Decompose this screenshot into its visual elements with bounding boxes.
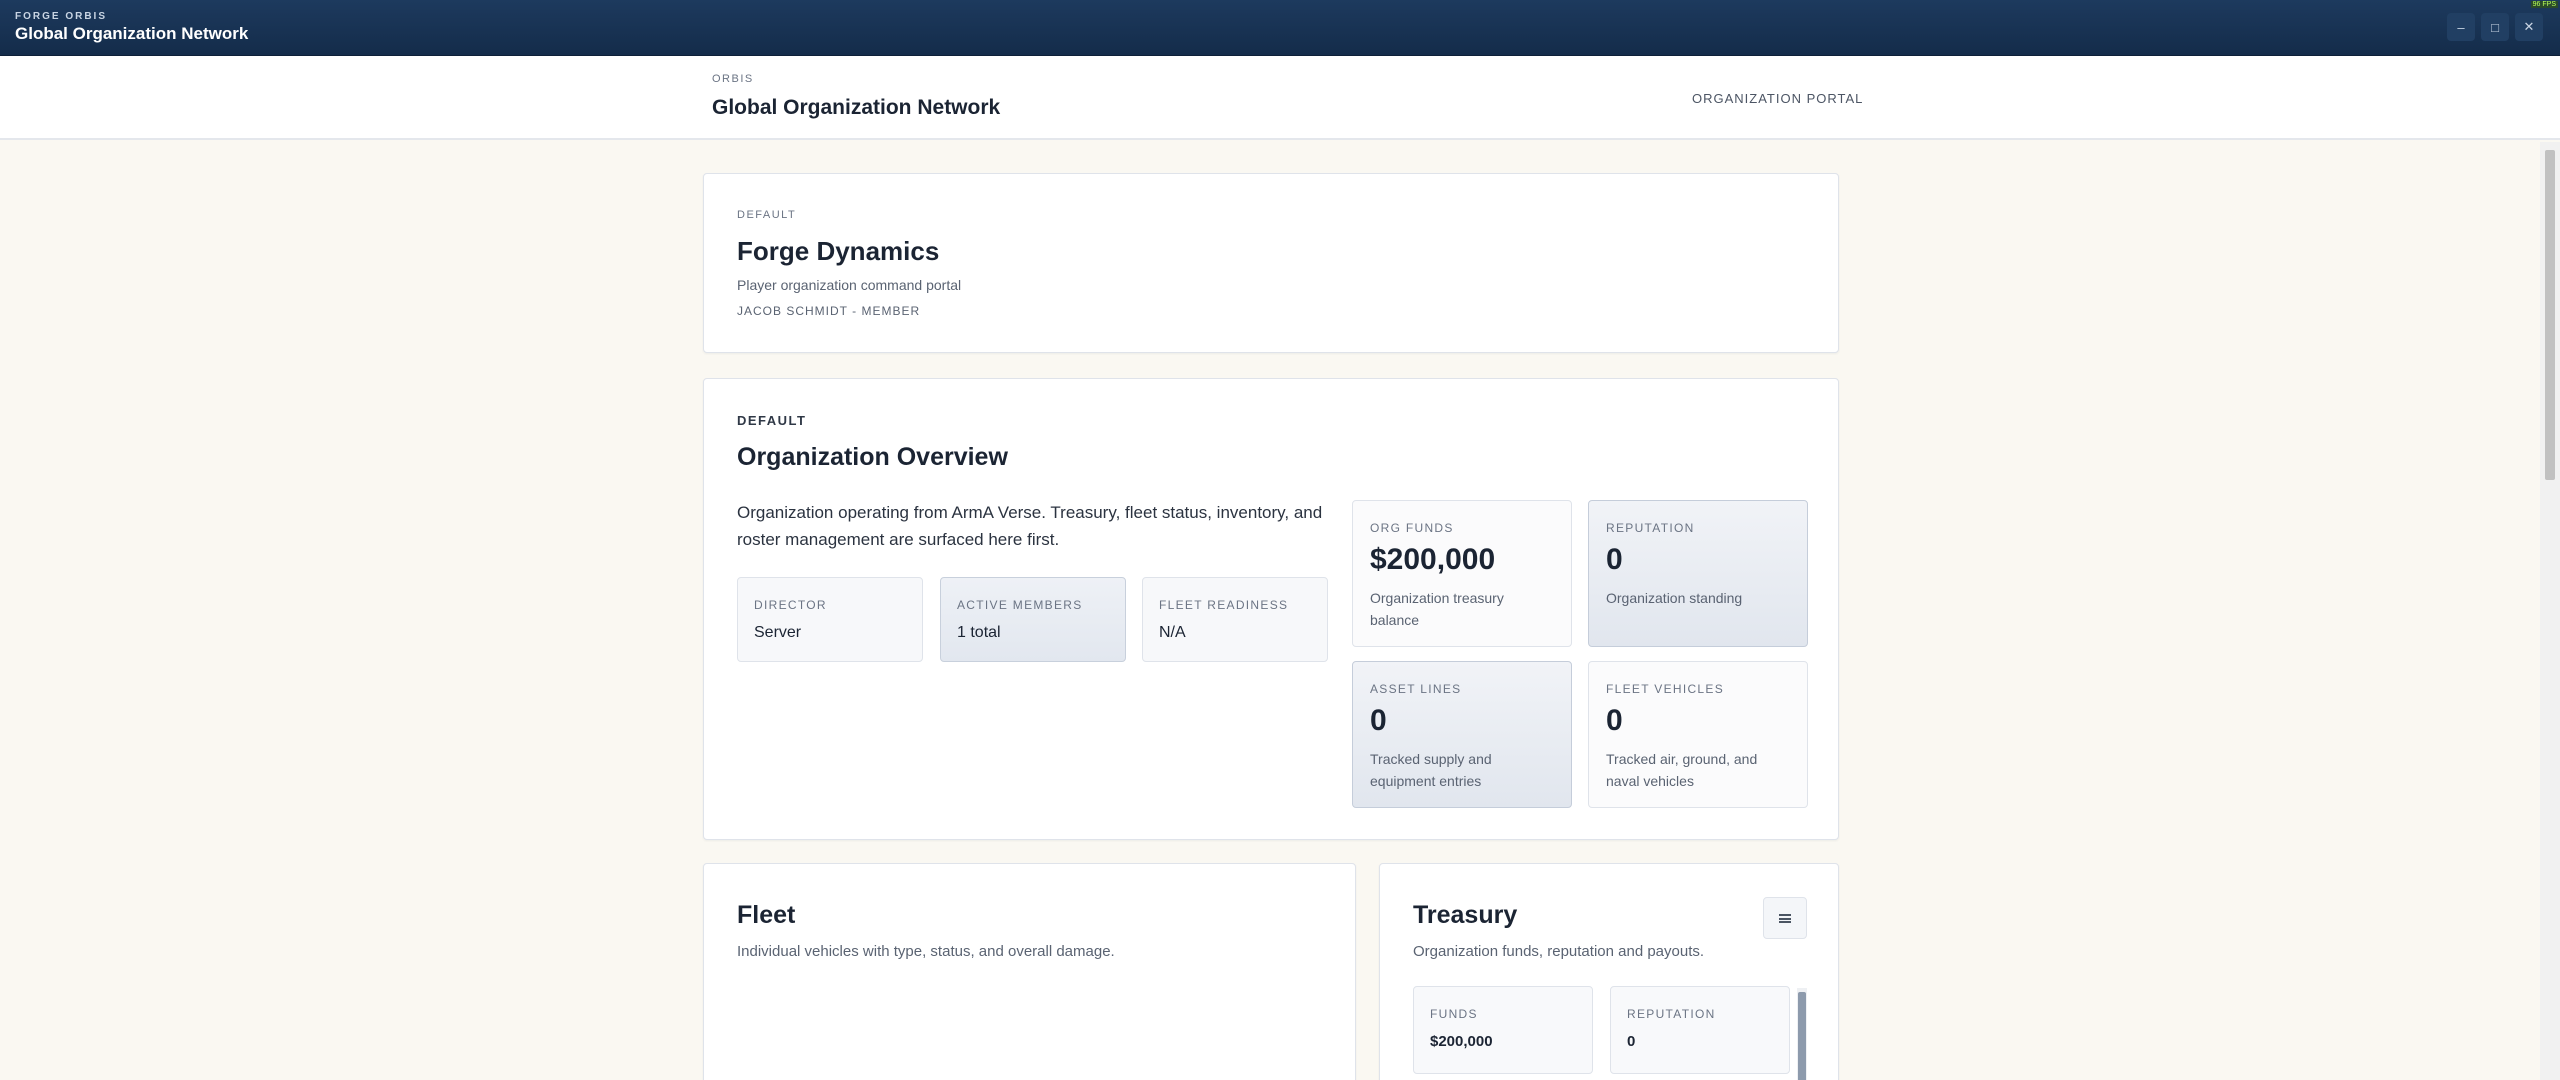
treasury-menu-button[interactable] (1763, 897, 1807, 939)
box-value: 0 (1627, 1033, 1636, 1050)
fleet-card: Fleet Individual vehicles with type, sta… (703, 863, 1356, 1080)
overview-title: Organization Overview (737, 443, 1008, 471)
app-header: ORBIS Global Organization Network ORGANI… (0, 56, 2560, 140)
stat-description: Tracked supply and equipment entries (1370, 751, 1492, 789)
window-title: Global Organization Network (15, 24, 249, 43)
window-brand: FORGE ORBIS (15, 11, 108, 22)
fleet-readiness-stat: FLEET READINESS N/A (1142, 577, 1328, 662)
director-stat: DIRECTOR Server (737, 577, 923, 662)
stat-value: 1 total (957, 624, 1001, 641)
organization-hero-card: DEFAULT Forge Dynamics Player organizati… (703, 173, 1839, 353)
page-scrollbar[interactable] (2540, 142, 2560, 1080)
treasury-scrollbar[interactable] (1797, 988, 1807, 1080)
fps-badge: 96 FPS (2530, 1, 2558, 8)
stat-value: $200,000 (1370, 543, 1496, 576)
fleet-vehicles-stat: FLEET VEHICLES 0 Tracked air, ground, an… (1588, 661, 1808, 808)
header-title[interactable]: Global Organization Network (712, 96, 1000, 120)
fleet-title: Fleet (737, 901, 796, 929)
stat-description: Organization standing (1606, 590, 1743, 606)
treasury-subtitle: Organization funds, reputation and payou… (1413, 943, 1705, 960)
stat-value: Server (754, 624, 802, 641)
treasury-card: Treasury Organization funds, reputation … (1379, 863, 1839, 1080)
box-label: FUNDS (1430, 1007, 1478, 1021)
treasury-reputation-box: REPUTATION 0 (1610, 986, 1790, 1074)
stat-label: ORG FUNDS (1370, 521, 1454, 535)
stat-label: ASSET LINES (1370, 682, 1462, 696)
box-label: REPUTATION (1627, 1007, 1716, 1021)
user-line: JACOB SCHMIDT - MEMBER (737, 304, 921, 318)
stat-label: FLEET VEHICLES (1606, 682, 1725, 696)
overview-description: Organization operating from ArmA Verse. … (737, 503, 1323, 549)
header-kicker: ORBIS (712, 73, 754, 85)
stat-value: 0 (1606, 704, 1623, 737)
stat-value: N/A (1159, 624, 1186, 641)
box-value: $200,000 (1430, 1033, 1493, 1050)
stat-label: DIRECTOR (754, 598, 827, 612)
minimize-button[interactable]: – (2447, 13, 2475, 41)
fleet-subtitle: Individual vehicles with type, status, a… (737, 943, 1115, 960)
stat-description: Tracked air, ground, and naval vehicles (1606, 751, 1758, 789)
organization-overview-card: DEFAULT Organization Overview Organizati… (703, 378, 1839, 840)
asset-lines-stat[interactable]: ASSET LINES 0 Tracked supply and equipme… (1352, 661, 1572, 808)
hero-subtitle: Player organization command portal (737, 277, 962, 293)
stat-label: FLEET READINESS (1159, 598, 1289, 612)
stat-label: REPUTATION (1606, 521, 1695, 535)
close-button[interactable]: ✕ (2515, 13, 2543, 41)
org-name: Forge Dynamics (737, 236, 940, 266)
treasury-title: Treasury (1413, 901, 1518, 929)
stat-value: 0 (1370, 704, 1387, 737)
stat-label: ACTIVE MEMBERS (957, 598, 1083, 612)
hero-kicker: DEFAULT (737, 209, 797, 221)
overview-kicker: DEFAULT (737, 413, 807, 428)
stat-description: Organization treasury balance (1370, 590, 1504, 628)
org-funds-stat: ORG FUNDS $200,000 Organization treasury… (1352, 500, 1572, 647)
maximize-button[interactable]: □ (2481, 13, 2509, 41)
hamburger-menu-icon (1779, 913, 1791, 923)
window-titlebar: FORGE ORBIS Global Organization Network … (0, 0, 2560, 56)
page-scroll-thumb[interactable] (2545, 150, 2555, 480)
stat-value: 0 (1606, 543, 1623, 576)
reputation-stat[interactable]: REPUTATION 0 Organization standing (1588, 500, 1808, 647)
active-members-stat[interactable]: ACTIVE MEMBERS 1 total (940, 577, 1126, 662)
organization-portal-link[interactable]: ORGANIZATION PORTAL (1692, 91, 1863, 106)
treasury-funds-box: FUNDS $200,000 (1413, 986, 1593, 1074)
treasury-scroll-thumb[interactable] (1798, 992, 1806, 1080)
